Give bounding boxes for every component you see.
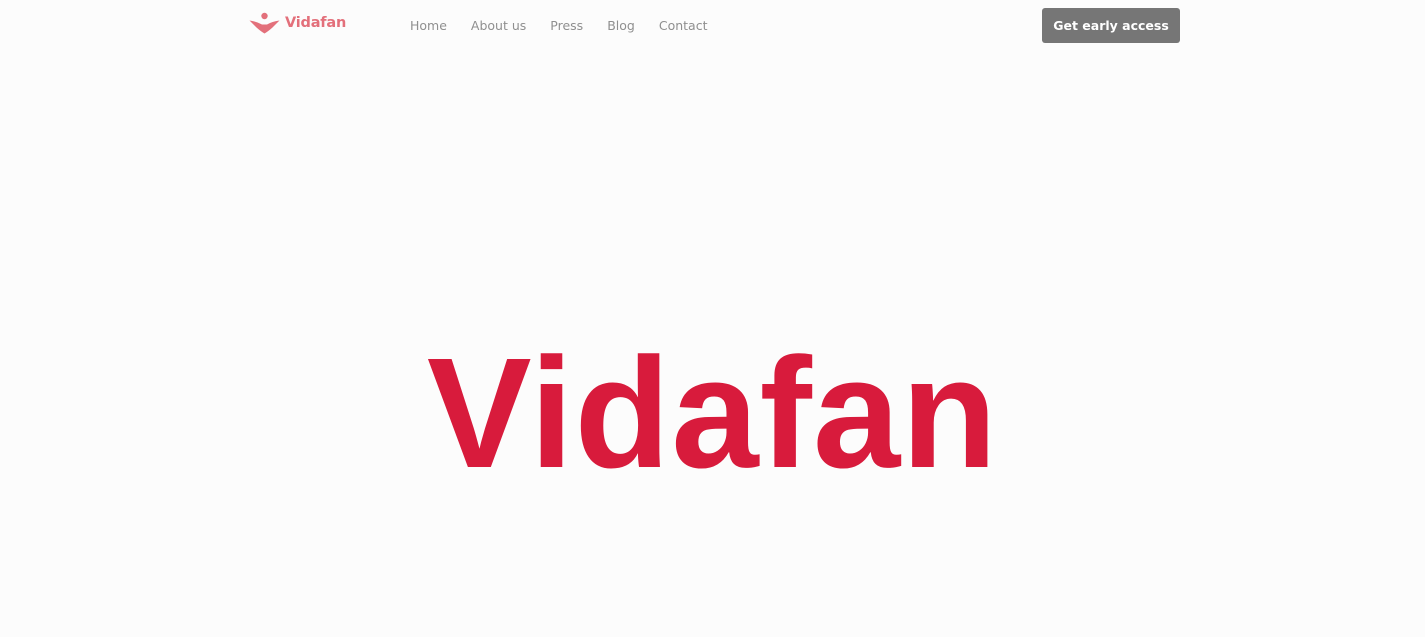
nav-link-home[interactable]: Home [410,16,447,36]
main-navigation: Home About us Press Blog Contact [410,16,731,36]
nav-link-contact[interactable]: Contact [659,16,708,36]
nav-link-blog[interactable]: Blog [607,16,635,36]
nav-link-press[interactable]: Press [550,16,583,36]
brand-logo-link[interactable]: Vidafan [249,11,346,35]
person-raised-arms-heart-icon [249,12,280,34]
nav-link-about-us[interactable]: About us [471,16,526,36]
landing-page: Vidafan Home About us Press Blog Contact… [0,0,1425,637]
top-navbar: Vidafan Home About us Press Blog Contact… [0,0,1425,52]
hero-title: Vidafan [426,326,999,501]
get-early-access-button[interactable]: Get early access [1042,8,1180,43]
brand-name: Vidafan [285,15,347,31]
